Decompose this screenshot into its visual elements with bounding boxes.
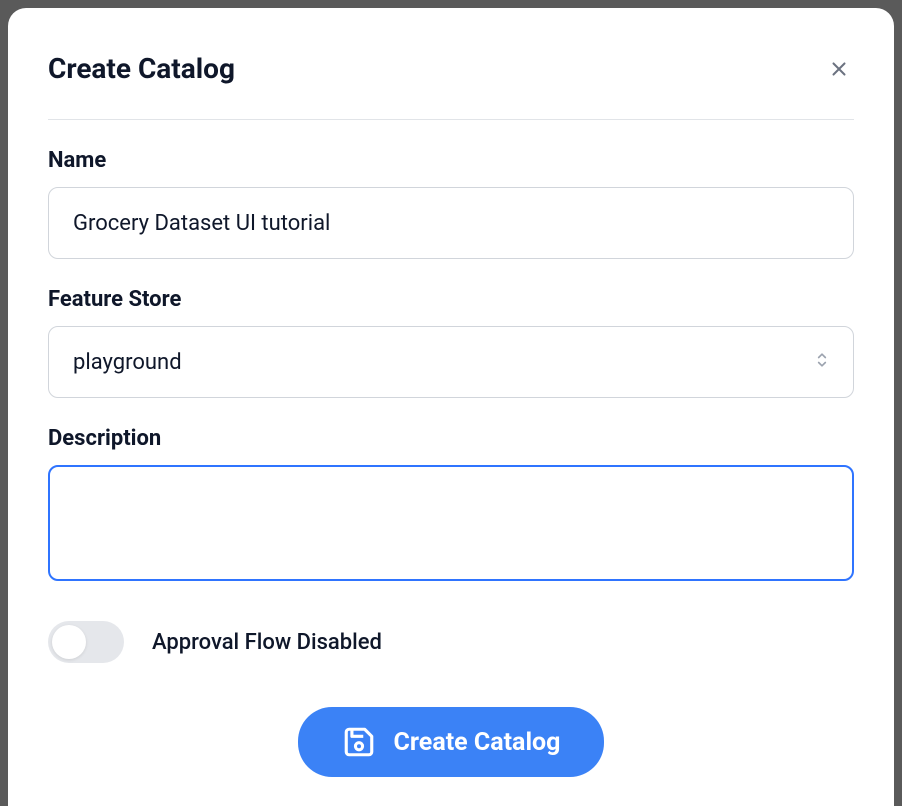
description-label: Description <box>48 426 854 451</box>
create-catalog-button-label: Create Catalog <box>394 728 561 757</box>
approval-flow-label: Approval Flow Disabled <box>152 630 382 655</box>
feature-store-select-wrapper: playground <box>48 326 854 398</box>
name-input[interactable] <box>48 187 854 259</box>
feature-store-select[interactable]: playground <box>48 326 854 398</box>
create-catalog-modal: Create Catalog Name Feature Store playgr… <box>8 8 894 806</box>
description-field-group: Description <box>48 426 854 585</box>
toggle-thumb <box>52 625 86 659</box>
approval-flow-toggle[interactable] <box>48 621 124 663</box>
modal-title: Create Catalog <box>48 52 235 85</box>
close-button[interactable] <box>824 54 854 84</box>
modal-header: Create Catalog <box>48 52 854 120</box>
approval-flow-row: Approval Flow Disabled <box>48 621 854 663</box>
description-textarea[interactable] <box>48 465 854 581</box>
create-catalog-button[interactable]: Create Catalog <box>298 707 605 777</box>
name-label: Name <box>48 148 854 173</box>
feature-store-field-group: Feature Store playground <box>48 287 854 398</box>
save-icon <box>342 725 376 759</box>
close-icon <box>828 58 850 80</box>
submit-row: Create Catalog <box>48 707 854 777</box>
name-field-group: Name <box>48 148 854 259</box>
feature-store-label: Feature Store <box>48 287 854 312</box>
